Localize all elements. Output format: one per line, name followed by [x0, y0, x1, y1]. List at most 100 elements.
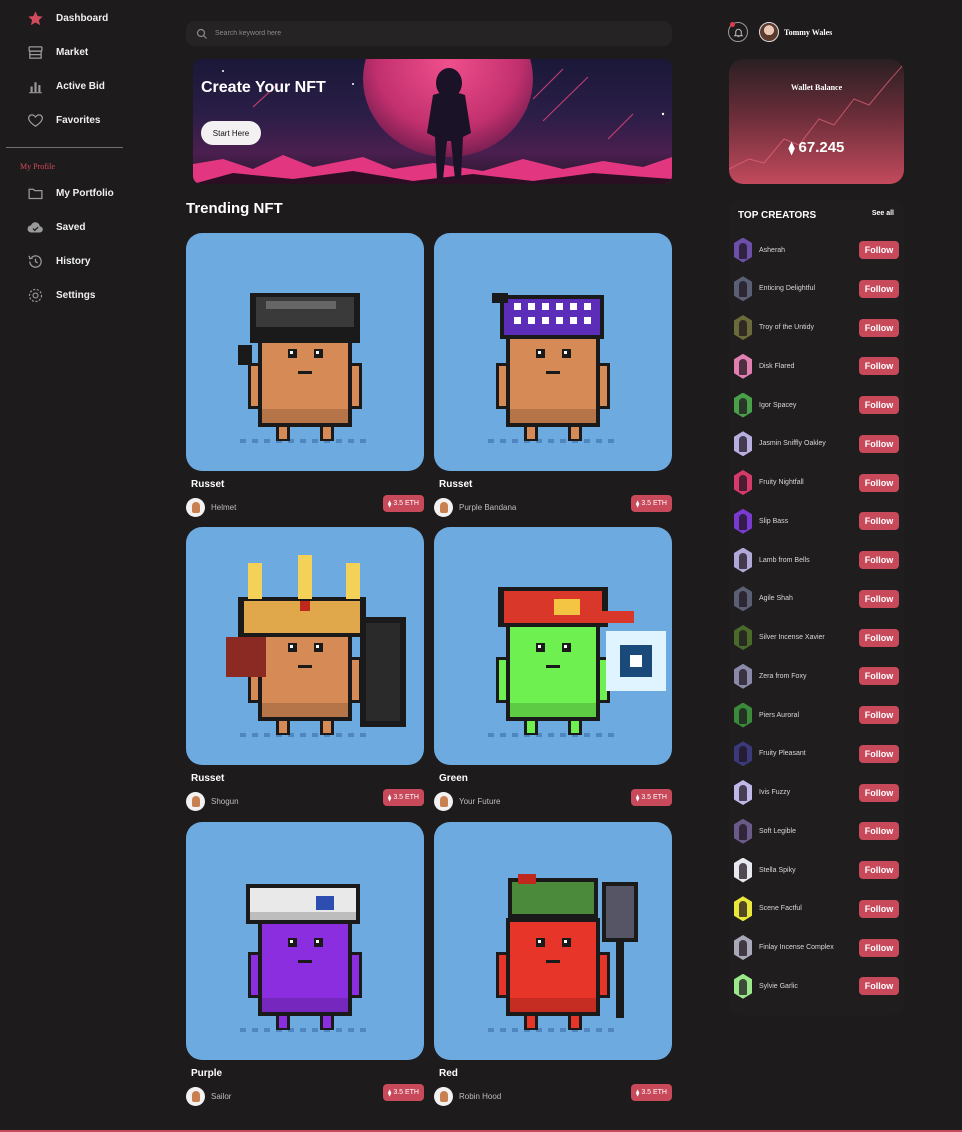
nft-image[interactable] — [434, 822, 672, 1060]
creator-row[interactable]: Silver Incense Xavier Follow — [734, 625, 899, 651]
creator-name[interactable]: Slip Bass — [759, 518, 859, 525]
nft-image[interactable] — [434, 527, 672, 765]
follow-button[interactable]: Follow — [859, 589, 899, 608]
follow-button[interactable]: Follow — [859, 241, 899, 259]
nav-item-dashboard[interactable]: Dashboard — [26, 7, 108, 29]
follow-button[interactable]: Follow — [859, 357, 899, 376]
creator-name[interactable]: Fruity Pleasant — [759, 750, 859, 757]
start-here-button[interactable]: Start Here — [201, 121, 261, 145]
follow-button[interactable]: Follow — [859, 434, 899, 453]
creator-avatar[interactable] — [734, 276, 752, 302]
creator-name[interactable]: Finlay Incense Complex — [759, 944, 859, 951]
nav-item-my-portfolio[interactable]: My Portfolio — [26, 182, 114, 204]
creator-row[interactable]: Igor Spacey Follow — [734, 392, 899, 418]
follow-button[interactable]: Follow — [859, 977, 899, 996]
creator-avatar[interactable] — [734, 315, 752, 340]
nft-card[interactable]: Russet Shogun ⧫ 3.5 ETH — [186, 527, 424, 811]
user-name[interactable]: Tommy Wales — [784, 28, 832, 37]
creator-name[interactable]: Enticing Delightful — [759, 285, 859, 292]
follow-button[interactable]: Follow — [859, 744, 899, 763]
follow-button[interactable]: Follow — [859, 822, 899, 841]
creator-avatar[interactable] — [734, 935, 752, 960]
follow-button[interactable]: Follow — [859, 318, 899, 337]
creator-avatar[interactable] — [734, 741, 752, 767]
nft-card[interactable]: Red Robin Hood ⧫ 3.5 ETH — [434, 822, 672, 1106]
see-all-link[interactable]: See all — [872, 210, 894, 217]
creator-row[interactable]: Lamb from Bells Follow — [734, 547, 899, 573]
nft-owner[interactable]: Your Future — [434, 792, 501, 811]
nft-image[interactable] — [186, 233, 424, 471]
creator-name[interactable]: Igor Spacey — [759, 402, 859, 409]
nft-image[interactable] — [186, 527, 424, 765]
nft-owner[interactable]: Helmet — [186, 498, 236, 517]
creator-name[interactable]: Soft Legible — [759, 828, 859, 835]
creator-row[interactable]: Slip Bass Follow — [734, 508, 899, 534]
notification-bell-icon[interactable] — [728, 22, 748, 42]
creator-row[interactable]: Scene Factful Follow — [734, 896, 899, 922]
creator-name[interactable]: Sylvie Garlic — [759, 983, 859, 990]
nav-item-active-bid[interactable]: Active Bid — [26, 75, 105, 97]
creator-name[interactable]: Disk Flared — [759, 363, 859, 370]
creator-row[interactable]: Finlay Incense Complex Follow — [734, 935, 899, 961]
creator-name[interactable]: Piers Auroral — [759, 712, 859, 719]
creator-row[interactable]: Piers Auroral Follow — [734, 702, 899, 728]
creator-row[interactable]: Fruity Nightfall Follow — [734, 470, 899, 496]
creator-avatar[interactable] — [734, 508, 752, 534]
nav-item-market[interactable]: Market — [26, 41, 88, 63]
creator-row[interactable]: Fruity Pleasant Follow — [734, 741, 899, 767]
creator-row[interactable]: Soft Legible Follow — [734, 818, 899, 844]
follow-button[interactable]: Follow — [859, 628, 899, 647]
creator-name[interactable]: Lamb from Bells — [759, 557, 859, 564]
creator-row[interactable]: Asherah Follow — [734, 237, 899, 263]
creator-avatar[interactable] — [734, 663, 752, 689]
creator-row[interactable]: Troy of the Untidy Follow — [734, 315, 899, 341]
creator-avatar[interactable] — [734, 431, 752, 457]
creator-avatar[interactable] — [734, 586, 752, 612]
follow-button[interactable]: Follow — [859, 899, 899, 918]
follow-button[interactable]: Follow — [859, 473, 899, 492]
creator-name[interactable]: Agile Shah — [759, 595, 859, 602]
search-input[interactable] — [215, 30, 655, 37]
creator-avatar[interactable] — [734, 392, 752, 418]
nav-item-saved[interactable]: Saved — [26, 216, 85, 238]
nft-card[interactable]: Russet Helmet ⧫ 3.5 ETH — [186, 233, 424, 517]
nft-image[interactable] — [434, 233, 672, 471]
creator-name[interactable]: Troy of the Untidy — [759, 324, 859, 331]
creator-name[interactable]: Fruity Nightfall — [759, 479, 859, 486]
creator-name[interactable]: Zera from Foxy — [759, 673, 859, 680]
follow-button[interactable]: Follow — [859, 861, 899, 879]
creator-row[interactable]: Enticing Delightful Follow — [734, 276, 899, 302]
creator-avatar[interactable] — [734, 857, 752, 883]
creator-avatar[interactable] — [734, 818, 752, 844]
creator-avatar[interactable] — [734, 896, 752, 922]
creator-row[interactable]: Ivis Fuzzy Follow — [734, 780, 899, 806]
nft-card[interactable]: Russet Purple Bandana ⧫ 3.5 ETH — [434, 233, 672, 517]
search-bar[interactable] — [186, 21, 672, 46]
creator-row[interactable]: Jasmin Sniffly Oakley Follow — [734, 431, 899, 457]
creator-avatar[interactable] — [734, 973, 752, 999]
nft-owner[interactable]: Sailor — [186, 1087, 231, 1106]
nft-owner[interactable]: Shogun — [186, 792, 239, 811]
creator-row[interactable]: Zera from Foxy Follow — [734, 663, 899, 689]
follow-button[interactable]: Follow — [859, 396, 899, 414]
creator-avatar[interactable] — [734, 470, 752, 495]
creator-row[interactable]: Disk Flared Follow — [734, 353, 899, 379]
nft-card[interactable]: Green Your Future ⧫ 3.5 ETH — [434, 527, 672, 811]
follow-button[interactable]: Follow — [859, 783, 899, 802]
user-avatar[interactable] — [759, 22, 779, 42]
nft-owner[interactable]: Purple Bandana — [434, 498, 516, 517]
creator-name[interactable]: Jasmin Sniffly Oakley — [759, 440, 859, 447]
nav-item-favorites[interactable]: Favorites — [26, 109, 100, 131]
creator-avatar[interactable] — [734, 625, 752, 650]
nav-item-settings[interactable]: Settings — [26, 284, 95, 306]
creator-name[interactable]: Silver Incense Xavier — [759, 634, 859, 641]
follow-button[interactable]: Follow — [859, 706, 899, 724]
follow-button[interactable]: Follow — [859, 279, 899, 298]
creator-avatar[interactable] — [734, 353, 752, 379]
creator-row[interactable]: Sylvie Garlic Follow — [734, 973, 899, 999]
nft-owner[interactable]: Robin Hood — [434, 1087, 501, 1106]
creator-avatar[interactable] — [734, 237, 752, 263]
creator-name[interactable]: Stella Spiky — [759, 867, 859, 874]
creator-name[interactable]: Asherah — [759, 247, 859, 254]
creator-avatar[interactable] — [734, 702, 752, 728]
